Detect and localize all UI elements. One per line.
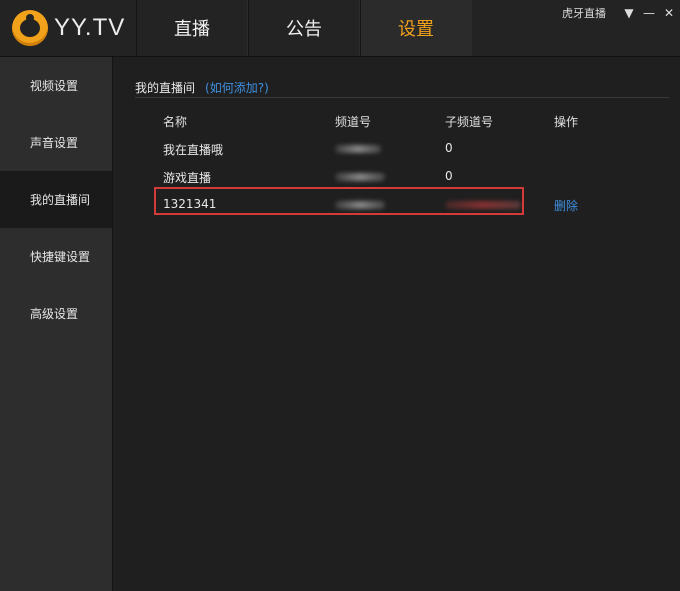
column-header-channel: 频道号 (335, 115, 372, 129)
app-logo: YY.TV (12, 10, 130, 46)
section-header: 我的直播间 (如何添加?) (135, 79, 669, 98)
settings-content: 我的直播间 (如何添加?) 名称 频道号 子频道号 操作 我在直播哦 0 游戏直… (113, 57, 680, 591)
window-title: 虎牙直播 (562, 7, 606, 20)
minimize-icon[interactable]: — (640, 4, 658, 22)
room-name: 游戏直播 (163, 171, 212, 185)
redacted-channel (335, 141, 381, 155)
room-name: 我在直播哦 (163, 143, 224, 157)
redacted-channel (335, 169, 385, 183)
how-to-add-link[interactable]: (如何添加?) (205, 79, 269, 96)
delete-link[interactable]: 删除 (554, 197, 578, 214)
subchannel-value: 0 (445, 141, 453, 155)
main-nav: 直播 公告 设置 (136, 0, 472, 56)
settings-sidebar: 视频设置 声音设置 我的直播间 快捷键设置 高级设置 (0, 57, 113, 591)
highlight-box (154, 187, 524, 215)
sidebar-item-audio[interactable]: 声音设置 (0, 114, 112, 171)
logo-text: YY.TV (54, 14, 126, 41)
column-header-name: 名称 (163, 115, 188, 129)
section-title: 我的直播间 (135, 81, 196, 95)
app-header: YY.TV 直播 公告 设置 虎牙直播 ▼ — ✕ (0, 0, 680, 57)
yy-logo-icon (12, 10, 48, 46)
sidebar-item-advanced[interactable]: 高级设置 (0, 285, 112, 342)
menu-dropdown-icon[interactable]: ▼ (620, 4, 638, 22)
sidebar-item-my-room[interactable]: 我的直播间 (0, 171, 112, 228)
subchannel-value: 0 (445, 169, 453, 183)
close-icon[interactable]: ✕ (660, 4, 678, 22)
sidebar-item-video[interactable]: 视频设置 (0, 57, 112, 114)
tab-live[interactable]: 直播 (136, 0, 248, 56)
tab-announcement[interactable]: 公告 (248, 0, 360, 56)
column-header-subchannel: 子频道号 (445, 115, 494, 129)
sidebar-item-shortcuts[interactable]: 快捷键设置 (0, 228, 112, 285)
table-row[interactable]: 我在直播哦 0 (163, 139, 663, 167)
table-header-row: 名称 频道号 子频道号 操作 (163, 111, 663, 139)
tab-settings[interactable]: 设置 (360, 0, 472, 56)
window-controls: 虎牙直播 ▼ — ✕ (562, 0, 680, 26)
column-header-action: 操作 (554, 115, 579, 129)
